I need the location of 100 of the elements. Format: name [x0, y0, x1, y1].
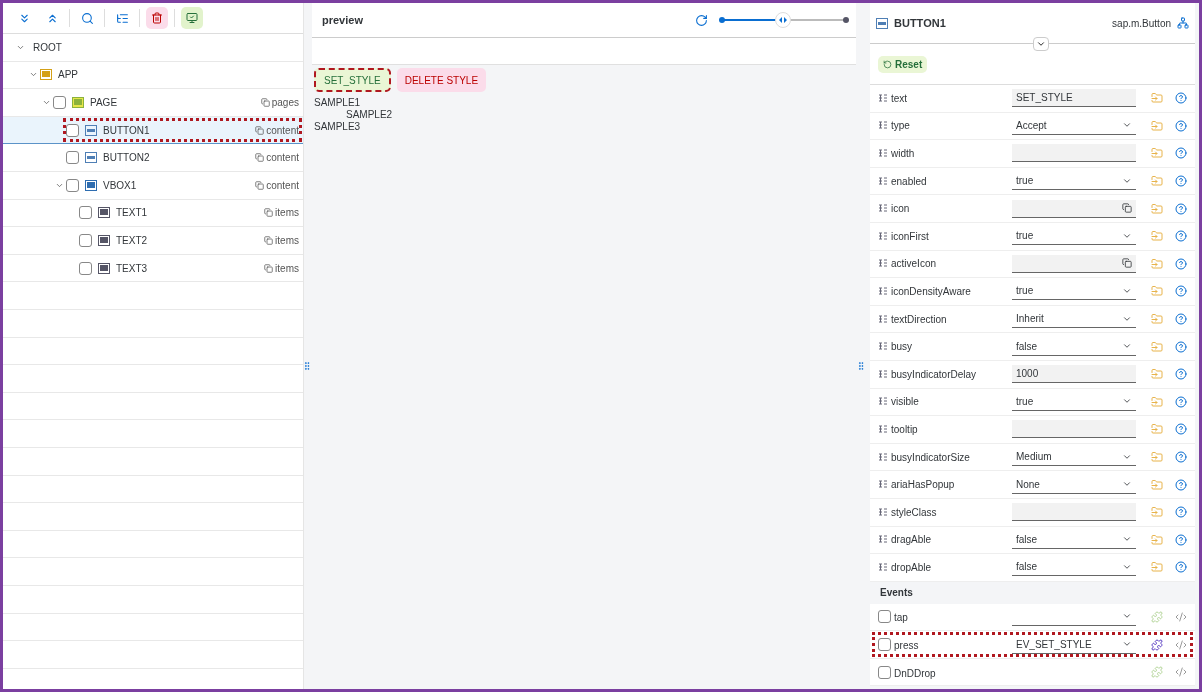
folder-icon[interactable] — [1151, 202, 1163, 215]
property-icon — [878, 176, 888, 186]
refresh-icon[interactable] — [695, 13, 708, 27]
property-icon — [878, 424, 888, 434]
folder-icon[interactable] — [1151, 230, 1163, 243]
code-icon[interactable] — [1175, 638, 1187, 651]
search-icon — [80, 11, 94, 25]
help-icon[interactable] — [1175, 561, 1187, 574]
checkbox[interactable] — [66, 178, 79, 192]
help-icon[interactable] — [1175, 92, 1187, 105]
copy-icon — [264, 263, 274, 273]
aggregation-label: content — [266, 152, 299, 164]
help-icon[interactable] — [1175, 368, 1187, 381]
folder-icon[interactable] — [1151, 92, 1163, 105]
folder-icon[interactable] — [1151, 340, 1163, 353]
property-icon — [878, 121, 888, 131]
property-icon — [878, 342, 888, 352]
help-icon[interactable] — [1175, 395, 1187, 408]
checkbox[interactable] — [53, 96, 66, 109]
node-label: TEXT2 — [116, 234, 148, 246]
sample-text: SAMPLE1 — [313, 97, 362, 109]
folder-icon[interactable] — [1151, 175, 1163, 188]
icon-field[interactable] — [1012, 254, 1136, 273]
property-icon — [878, 286, 888, 296]
splitter-handle[interactable] — [856, 361, 866, 371]
folder-icon[interactable] — [1151, 395, 1163, 408]
collapse-button[interactable] — [1032, 37, 1049, 51]
splitter-handle[interactable] — [302, 361, 312, 371]
folder-icon[interactable] — [1151, 478, 1163, 491]
folder-icon[interactable] — [1151, 257, 1163, 270]
help-icon[interactable] — [1175, 506, 1187, 519]
node-label: TEXT1 — [116, 207, 148, 219]
checkbox[interactable] — [79, 206, 92, 220]
property-name: activeIcon — [891, 258, 937, 270]
property-name: busy — [891, 341, 913, 353]
help-icon[interactable] — [1175, 119, 1187, 132]
hierarchy-icon[interactable] — [1177, 17, 1189, 29]
monitor-icon — [186, 12, 198, 24]
help-icon[interactable] — [1175, 230, 1187, 243]
property-icon — [878, 452, 888, 462]
checkbox[interactable] — [79, 261, 92, 275]
code-icon[interactable] — [1175, 666, 1187, 679]
property-icon — [878, 369, 888, 379]
delete-button[interactable] — [146, 7, 168, 29]
checkbox[interactable] — [878, 610, 891, 624]
folder-icon[interactable] — [1151, 451, 1163, 463]
help-icon[interactable] — [1175, 533, 1187, 546]
reset-icon — [883, 59, 892, 69]
puzzle-icon[interactable] — [1151, 638, 1163, 651]
help-icon[interactable] — [1175, 423, 1187, 436]
slider-thumb[interactable] — [774, 12, 791, 28]
folder-icon[interactable] — [1151, 368, 1163, 381]
checkbox[interactable] — [878, 638, 891, 652]
property-icon — [878, 231, 888, 241]
property-name: enabled — [891, 175, 927, 187]
icon-field[interactable] — [1012, 199, 1136, 218]
folder-icon[interactable] — [1151, 313, 1163, 326]
help-icon[interactable] — [1175, 340, 1187, 353]
help-icon[interactable] — [1175, 478, 1187, 491]
input-field[interactable]: 1000 — [1012, 365, 1136, 384]
help-icon[interactable] — [1175, 285, 1187, 298]
input-field[interactable] — [1012, 503, 1136, 522]
node-label: TEXT3 — [116, 262, 148, 274]
help-icon[interactable] — [1175, 175, 1187, 188]
value-help-icon — [1122, 258, 1132, 269]
reject-button[interactable]: DELETE STYLE — [396, 68, 487, 92]
property-icon — [878, 204, 888, 214]
input-field[interactable] — [1012, 144, 1136, 163]
help-icon[interactable] — [1175, 257, 1187, 270]
help-icon[interactable] — [1175, 147, 1187, 160]
checkbox[interactable] — [66, 123, 79, 137]
property-name: type — [891, 120, 910, 132]
input-field[interactable]: SET_STYLE — [1012, 89, 1136, 108]
property-icon — [878, 397, 888, 407]
checkbox[interactable] — [66, 151, 79, 165]
folder-icon[interactable] — [1151, 285, 1163, 298]
checkbox[interactable] — [79, 233, 92, 247]
value-help-icon — [1122, 203, 1132, 214]
folder-icon[interactable] — [1151, 506, 1163, 519]
preview-button[interactable] — [181, 7, 203, 29]
inspector-title: BUTTON1 — [894, 17, 946, 29]
folder-icon[interactable] — [1151, 119, 1163, 132]
vbox-type-icon — [85, 179, 97, 191]
property-icon — [878, 259, 888, 269]
folder-icon[interactable] — [1151, 561, 1163, 574]
folder-icon[interactable] — [1151, 423, 1163, 436]
code-icon[interactable] — [1175, 611, 1187, 623]
help-icon[interactable] — [1175, 451, 1187, 463]
aggregation-label: content — [266, 179, 299, 191]
folder-icon[interactable] — [1151, 147, 1163, 160]
checkbox[interactable] — [878, 665, 891, 679]
accept-button[interactable]: SET_STYLE — [314, 68, 391, 92]
reset-button[interactable]: Reset — [878, 55, 928, 73]
help-icon[interactable] — [1175, 313, 1187, 326]
folder-icon[interactable] — [1151, 533, 1163, 546]
input-field[interactable] — [1012, 420, 1136, 439]
property-name: tooltip — [891, 423, 918, 435]
property-icon — [878, 480, 888, 490]
tree-row[interactable]: BUTTON1 content — [3, 116, 303, 145]
help-icon[interactable] — [1175, 202, 1187, 215]
